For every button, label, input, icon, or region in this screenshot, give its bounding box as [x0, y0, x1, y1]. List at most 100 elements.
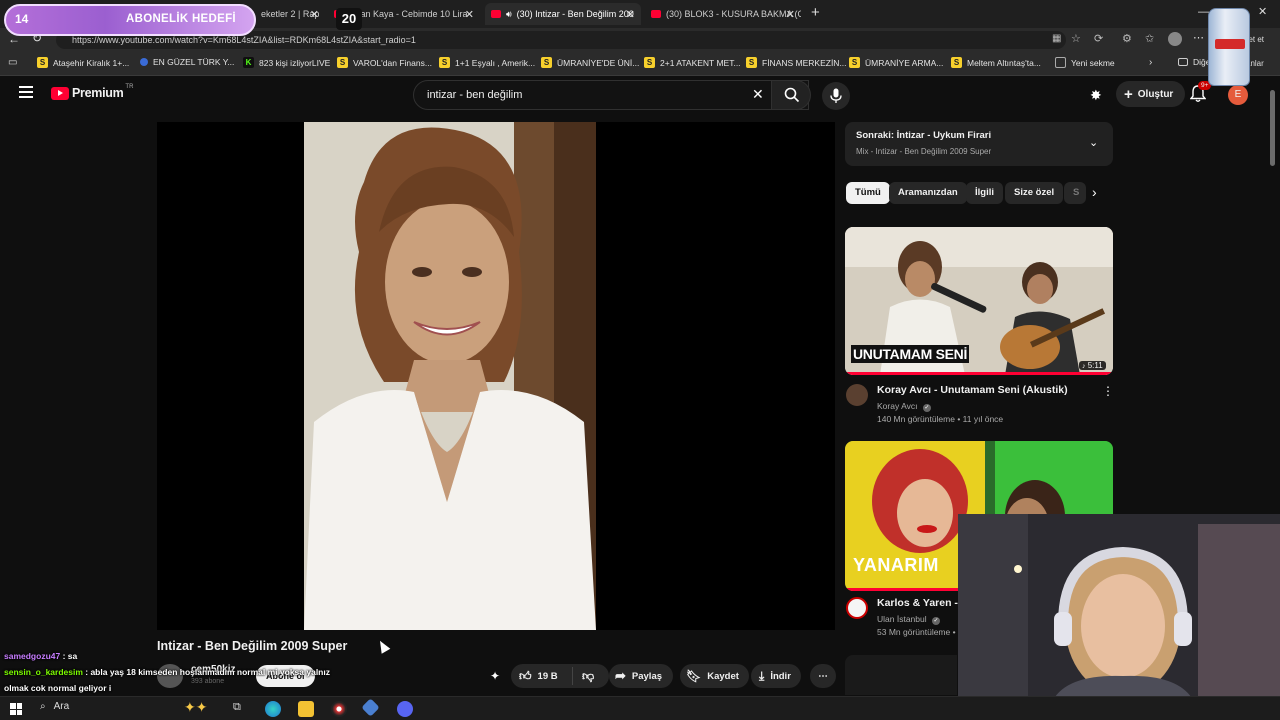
chat-username: samedgozu47 [4, 651, 61, 661]
channel-avatar[interactable] [846, 384, 868, 406]
copilot-sparkle-icon[interactable]: ✦✦ [184, 699, 207, 716]
related-video-title[interactable]: Karlos & Yaren - [877, 597, 958, 609]
task-view-icon[interactable]: ⧉ [233, 701, 241, 714]
create-button[interactable]: + Oluştur [1116, 81, 1186, 107]
bookmark-label: ÜMRANİYE ARMA... [865, 57, 944, 68]
app-icon[interactable] [361, 698, 380, 717]
favorite-star-icon[interactable]: ☆ [1071, 32, 1081, 45]
search-icon [784, 87, 800, 103]
obs-icon[interactable] [331, 701, 347, 717]
tab-label: (30) Intizar - Ben Değilim 200 [516, 9, 634, 19]
bookmark-item[interactable]: S Ataşehir Kiralık 1+... [37, 57, 129, 68]
bookmark-item[interactable]: S ÜMRANİYE ARMA... [849, 57, 943, 68]
related-video-channel[interactable]: Koray Avcı ✓ [877, 401, 931, 412]
discord-icon[interactable] [397, 701, 413, 717]
video-frame-image [304, 122, 596, 630]
windows-taskbar: ⌕ Ara ✦✦ ⧉ [0, 696, 1280, 720]
reader-icon[interactable]: ▦ [1052, 33, 1061, 44]
close-tab-icon[interactable]: ✕ [465, 8, 474, 21]
subscriber-goal-overlay: 14 ABONELİK HEDEFİ [4, 4, 256, 36]
profile-avatar[interactable] [1168, 32, 1182, 46]
kick-favicon-icon: K [243, 57, 254, 68]
tab-label: (30) BLOK3 - KUSURA BAKMA (Of [666, 9, 801, 19]
search-button[interactable] [771, 80, 811, 110]
youtube-logo[interactable]: Premium TR [51, 84, 134, 100]
hamburger-menu-icon[interactable] [19, 86, 33, 98]
taskbar-search[interactable]: ⌕ Ara [40, 701, 69, 712]
related-video-title[interactable]: Koray Avcı - Unutamam Seni (Akustik) [877, 384, 1068, 396]
create-label: Oluştur [1137, 88, 1174, 100]
new-tab-button[interactable]: + [811, 4, 820, 21]
share-label: Paylaş [631, 670, 663, 682]
chips-next-icon[interactable]: › [1092, 184, 1097, 200]
bookmark-label: ÜMRANİYE'DE ÜNİ... [557, 57, 640, 68]
chevron-down-icon[interactable]: ⌄ [1089, 136, 1098, 149]
bookmark-label: EN GÜZEL TÜRK Y... [153, 57, 235, 67]
woman-portrait-image [304, 122, 596, 630]
page-scrollbar-thumb[interactable] [1270, 90, 1275, 166]
collections-icon[interactable]: ▭ [8, 57, 17, 68]
bookmark-item[interactable]: S 1+1 Eşyalı , Amerik... [439, 57, 535, 68]
clear-search-icon[interactable]: ✕ [752, 86, 764, 103]
browser-tab[interactable]: (30) BLOK3 - KUSURA BAKMA (Of ✕ [645, 3, 801, 25]
refresh-extension-icon[interactable]: ⟳ [1094, 32, 1103, 45]
chip-related[interactable]: İlgili [966, 182, 1003, 204]
country-badge: TR [125, 84, 134, 90]
close-tab-icon[interactable]: ✕ [310, 8, 319, 21]
bookmark-item[interactable]: S ÜMRANİYE'DE ÜNİ... [541, 57, 639, 68]
channel-avatar[interactable] [846, 597, 868, 619]
up-next-card[interactable]: Sonraki: İntizar - Uykum Firari Mix - In… [845, 122, 1113, 166]
voice-search-button[interactable] [822, 82, 850, 110]
download-button[interactable]: ⤓ İndir [751, 664, 801, 688]
bookmark-label: VAROL'dan Finans... [353, 57, 432, 68]
more-actions-icon[interactable]: ⋮ [1102, 384, 1114, 398]
related-video-thumbnail[interactable]: UNUTAMAM SENİ ♪ 5:11 [845, 227, 1113, 375]
chip-from-search[interactable]: Aramanızdan [889, 182, 967, 204]
bookmark-label: FİNANS MERKEZİN... [762, 57, 847, 68]
goal-label: ABONELİK HEDEFİ [126, 13, 236, 25]
file-explorer-icon[interactable] [298, 701, 314, 717]
windows-start-icon[interactable] [10, 703, 22, 715]
ask-ai-icon[interactable]: ✦ [490, 669, 500, 683]
video-player[interactable] [157, 122, 835, 630]
chip-all[interactable]: Tümü [846, 182, 890, 204]
like-button[interactable]: 👍︎ 19 B [511, 667, 573, 685]
bookmark-item[interactable]: S Meltem Altıntaş'ta... [951, 57, 1041, 68]
bookmark-item[interactable]: Yeni sekme [1055, 57, 1115, 68]
dislike-button[interactable]: 👎︎ [573, 669, 594, 684]
account-avatar[interactable]: E [1228, 85, 1248, 105]
related-video-thumbnail[interactable] [845, 655, 957, 695]
chevron-right-icon[interactable]: › [1149, 57, 1152, 68]
music-note-icon: ♪ [1082, 363, 1086, 370]
search-input[interactable]: intizar - ben değilim [413, 80, 809, 110]
bookmark-item[interactable]: S FİNANS MERKEZİN... [746, 57, 847, 68]
bookmark-item[interactable]: S 2+1 ATAKENT MET... [644, 57, 741, 68]
close-tab-icon[interactable]: ✕ [786, 8, 795, 21]
more-menu-icon[interactable]: ⋯ [1193, 31, 1204, 44]
extensions-icon[interactable]: ⚙ [1122, 32, 1132, 45]
chat-message: samedgozu47 : sa [0, 648, 440, 664]
like-dislike-group: 👍︎ 19 B 👎︎ [511, 664, 609, 688]
new-tab-favicon-icon [1055, 57, 1066, 68]
bookmark-item[interactable]: EN GÜZEL TÜRK Y... [140, 57, 234, 67]
close-tab-icon[interactable]: ✕ [626, 8, 635, 21]
close-window-icon[interactable]: ✕ [1258, 5, 1267, 18]
bookmark-item[interactable]: S VAROL'dan Finans... [337, 57, 432, 68]
save-button[interactable]: 🔖︎ Kaydet [680, 664, 749, 688]
more-actions-button[interactable]: ⋯ [810, 664, 836, 688]
tab-label: aylan Kaya - Cebimde 10 Lira [349, 9, 468, 19]
notifications-button[interactable]: 9+ [1190, 81, 1212, 103]
browser-tab[interactable]: eketler 2 | Rap ✕ [255, 3, 325, 25]
chip-for-you[interactable]: Size özel [1005, 182, 1064, 204]
creator-studio-icon[interactable]: ✸ [1090, 87, 1102, 104]
favorites-icon[interactable]: ✩ [1145, 32, 1154, 45]
download-icon: ⤓ [759, 668, 765, 683]
share-button[interactable]: ➦ Paylaş [609, 664, 674, 688]
bookmark-item[interactable]: K 823 kişi izliyorLIVE [243, 57, 330, 68]
browser-tab-active[interactable]: 🔊︎ (30) Intizar - Ben Değilim 200 ✕ [485, 3, 641, 25]
speaker-icon[interactable]: 🔊︎ [506, 9, 512, 20]
related-video-channel[interactable]: Ulan İstanbul ✓ [877, 614, 940, 625]
up-next-subtitle: Mix - Intizar - Ben Değilim 2009 Super [856, 147, 992, 156]
chip-more[interactable]: S [1064, 182, 1086, 204]
edge-browser-icon[interactable] [265, 701, 281, 717]
